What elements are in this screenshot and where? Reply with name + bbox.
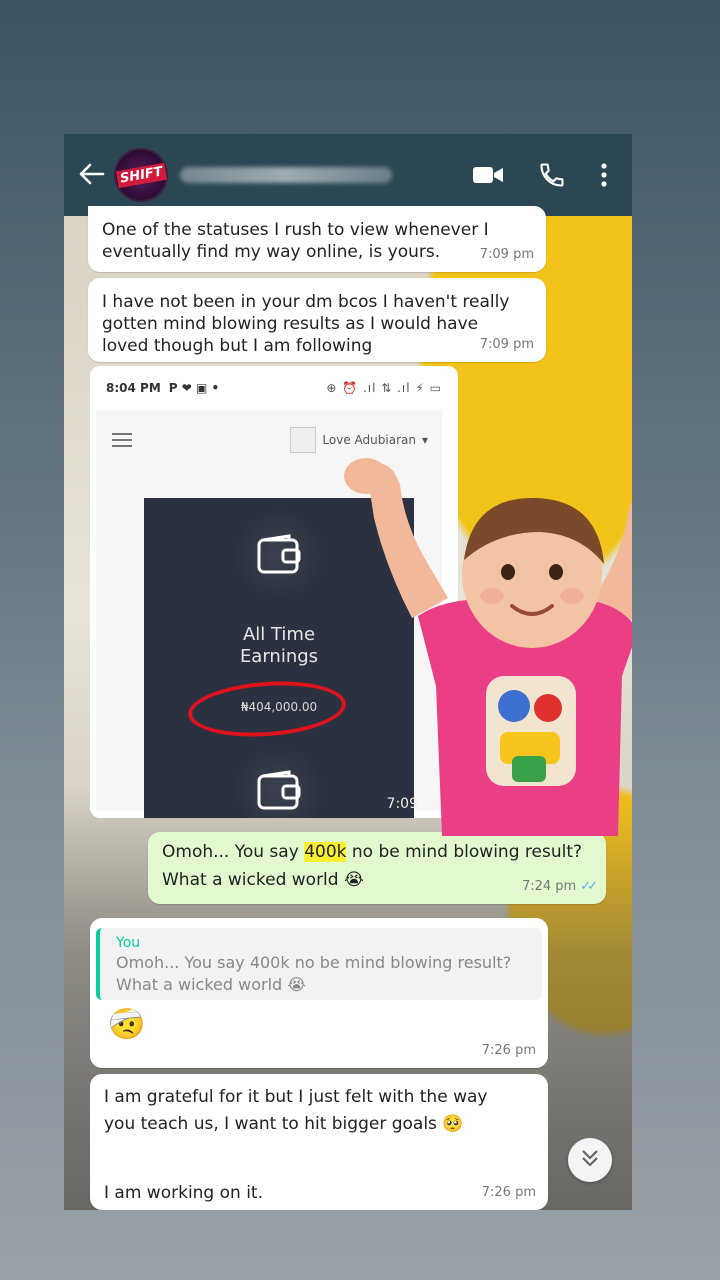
status-time: 8:04 PM xyxy=(106,381,161,395)
message-bubble[interactable]: One of the statuses I rush to view whene… xyxy=(88,206,546,272)
message-text-line2: I am working on it. xyxy=(104,1183,264,1203)
video-camera-icon[interactable] xyxy=(472,165,504,185)
earnings-label: All Time Earnings xyxy=(144,624,414,668)
message-time: 7:26 pm xyxy=(481,1043,536,1058)
emoji: 🤕 xyxy=(108,1007,146,1042)
message-text: One of the statuses I rush to view whene… xyxy=(102,220,489,262)
caret-down-icon: ▾ xyxy=(421,433,428,447)
quote-line1: Omoh... You say 400k no be mind blowing … xyxy=(116,953,512,972)
earnings-label-line1: All Time xyxy=(242,624,316,645)
profile-picture-icon xyxy=(290,427,317,453)
status-icons: P ❤ ▣ • xyxy=(168,381,220,395)
image-time: 7:09 xyxy=(386,796,418,812)
wallet-icon xyxy=(232,744,326,818)
avatar-logo-text: SHIFT xyxy=(115,162,167,188)
screenshot-status-bar: 8:04 PM P ❤ ▣ • ⊕ ⏰ .ıl ⇅ .ıl ⚡ ▭ xyxy=(90,366,458,410)
user-chip: Love Adubiaran ▾ xyxy=(290,427,428,453)
message-bubble-reply[interactable]: You Omoh... You say 400k no be mind blow… xyxy=(90,918,548,1068)
user-name: Love Adubiaran xyxy=(322,433,416,447)
phone-icon[interactable] xyxy=(538,161,566,189)
scroll-down-button[interactable] xyxy=(568,1138,612,1182)
message-time: 7:09 pm xyxy=(479,247,534,262)
message-bubble[interactable]: I have not been in your dm bcos I haven'… xyxy=(88,278,546,362)
read-ticks-icon: ✓✓ xyxy=(580,879,598,894)
time-text: 7:24 pm xyxy=(521,879,577,894)
message-text: Omoh... You say 400k no be mind blowing … xyxy=(162,841,606,863)
message-bubble[interactable]: I am grateful for it but I just felt wit… xyxy=(90,1074,548,1210)
double-chevron-down-icon xyxy=(579,1147,601,1173)
earnings-card: All Time Earnings ₦404,000.00 xyxy=(144,498,414,818)
menu-icon xyxy=(112,429,132,451)
earnings-label-line2: Earnings xyxy=(239,646,319,667)
wallet-icon xyxy=(232,508,326,602)
message-time: 7:26 pm xyxy=(481,1185,536,1200)
message-bubble-outgoing[interactable]: Omoh... You say 400k no be mind blowing … xyxy=(148,832,606,904)
text-part: Omoh... You say xyxy=(162,842,305,862)
contact-name-blurred[interactable] xyxy=(180,167,392,183)
screenshot-app: Love Adubiaran ▾ All Time Earnings ₦404,… xyxy=(96,410,442,818)
avatar[interactable]: SHIFT xyxy=(114,148,168,202)
quote-line2: What a wicked world 😭 xyxy=(116,975,306,994)
message-text: I have not been in your dm bcos I haven'… xyxy=(102,292,510,356)
arrow-left-icon[interactable] xyxy=(70,158,114,193)
red-annotation-circle xyxy=(186,676,348,742)
message-time: 7:09 pm xyxy=(479,337,534,352)
text-part: no be mind blowing result? xyxy=(346,842,583,862)
chat-header: SHIFT xyxy=(64,134,632,216)
chat-screen: SHIFT One of the statuses I rush to view… xyxy=(64,134,632,1210)
quote-author: You xyxy=(116,935,141,951)
message-text: I am grateful for it but I just felt wit… xyxy=(104,1087,488,1134)
status-right-icons: ⊕ ⏰ .ıl ⇅ .ıl ⚡ ▭ xyxy=(326,381,442,395)
highlighted-text: 400k xyxy=(304,842,347,862)
message-time: 7:24 pm ✓✓ xyxy=(521,876,598,898)
quoted-message[interactable]: You Omoh... You say 400k no be mind blow… xyxy=(96,928,542,1000)
more-vert-icon[interactable] xyxy=(600,162,608,188)
image-message[interactable]: 8:04 PM P ❤ ▣ • ⊕ ⏰ .ıl ⇅ .ıl ⚡ ▭ Love A… xyxy=(90,366,458,818)
